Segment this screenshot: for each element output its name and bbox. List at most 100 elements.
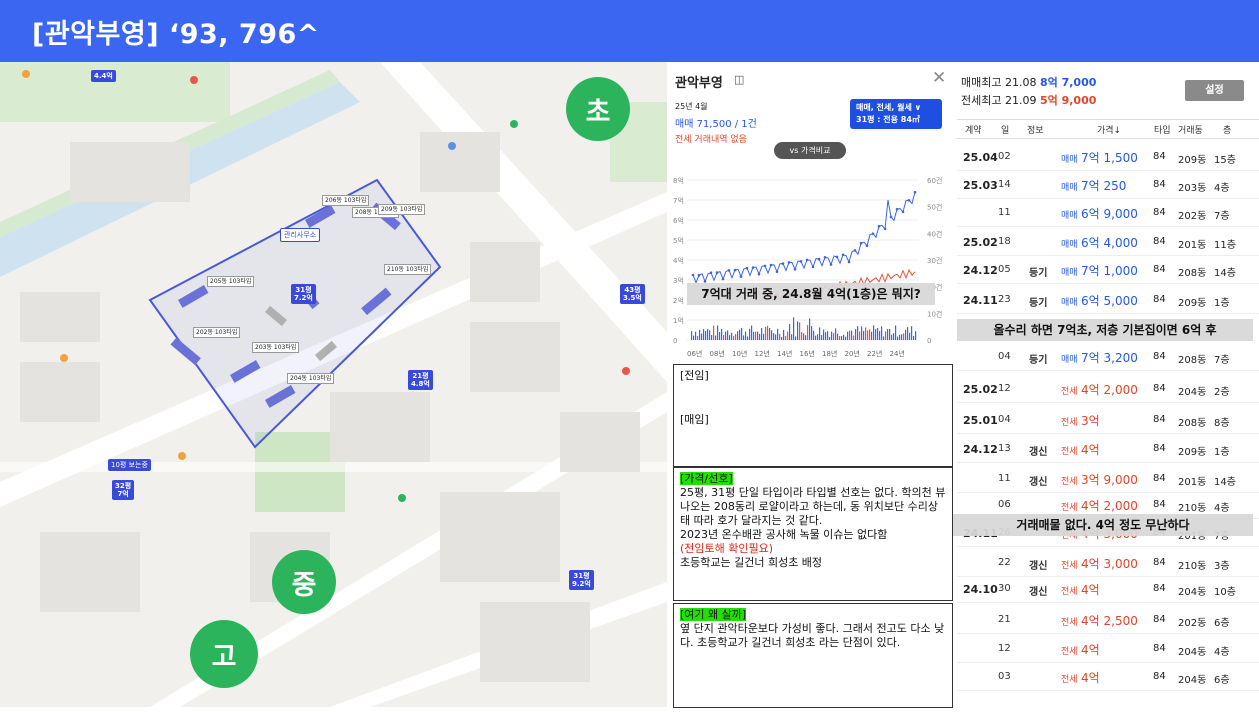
table-row[interactable]: 11 갱신 전세 3억 9,000 84 201동 14층 (957, 466, 1259, 493)
volume-bar (785, 335, 787, 340)
sale-point (697, 273, 701, 277)
trade-kind-cell: 매매 (1061, 355, 1078, 365)
table-row[interactable]: 22 갱신 전세 4억 3,000 84 210동 3층 (957, 550, 1259, 577)
price-chart[interactable]: 8억7억6억5억4억3억2억1억060건50건40건30건20건10건006년0… (667, 160, 957, 360)
floor-cell: 4층 (1214, 647, 1230, 658)
poi-icon (190, 76, 198, 84)
high-school-marker[interactable]: 고 (190, 620, 258, 688)
column-header[interactable]: 가격↓ (1097, 123, 1121, 136)
table-row[interactable]: 25.01 04 전세 3억 84 208동 8층 (957, 407, 1259, 434)
price-pin[interactable]: 31평 9.2억 (569, 570, 594, 590)
type-cell: 84 (1153, 351, 1166, 362)
price-pin[interactable]: 21평 4.8억 (408, 370, 433, 390)
volume-bar (703, 329, 705, 340)
volume-bar (697, 336, 699, 340)
map-icon[interactable]: ◫ (734, 73, 744, 86)
sale-point (847, 260, 851, 264)
column-header[interactable]: 거래동 (1178, 123, 1203, 136)
table-row[interactable]: 25.02 12 전세 4억 2,000 84 204동 2층 (957, 376, 1259, 403)
settings-button[interactable]: 설정 (1185, 80, 1244, 101)
memo-maeim: [매임] (680, 413, 709, 426)
recent-jeonse-summary: 전세 거래내역 없음 (675, 135, 747, 145)
volume-bar (741, 327, 743, 340)
sale-point (733, 268, 737, 272)
table-row[interactable]: 25.03 14 매매 7억 250 84 203동 4층 (957, 172, 1259, 199)
memo-lease-box[interactable]: [전임] [매임] (673, 364, 953, 467)
volume-bar (693, 335, 695, 340)
volume-bar (773, 333, 775, 340)
sale-point (781, 262, 785, 265)
poi-icon (398, 494, 406, 502)
sale-point (787, 261, 791, 264)
trade-kind-cell: 전세 (1061, 447, 1078, 457)
table-row[interactable]: 24.11 23 등기 매매 6억 5,000 84 209동 1층 (957, 287, 1259, 314)
sale-point (913, 190, 917, 194)
building-label[interactable]: 210동 103타입 (384, 264, 432, 275)
building-label[interactable]: 203동 103타입 (252, 342, 300, 353)
dong-cell: 203동 (1178, 183, 1207, 194)
column-header[interactable]: 일 (1001, 123, 1009, 136)
column-header[interactable]: 정보 (1027, 123, 1044, 136)
compare-price-button[interactable]: vs 가격비교 (774, 142, 846, 159)
sale-point (763, 264, 767, 268)
volume-bar (857, 326, 859, 340)
table-row[interactable]: 03 전세 4억 84 204동 6층 (957, 664, 1259, 691)
table-row[interactable]: 21 전세 4억 2,500 84 202동 6층 (957, 607, 1259, 634)
volume-bar (905, 329, 907, 340)
elementary-school-marker[interactable]: 초 (566, 77, 630, 141)
price-cell: 4억 2,500 (1081, 614, 1138, 628)
table-row[interactable]: 24.12 13 갱신 전세 4억 84 209동 1층 (957, 436, 1259, 463)
info-cell: 갱신 (1029, 477, 1048, 488)
type-cell: 84 (1153, 643, 1166, 654)
price-cell: 3억 9,000 (1081, 473, 1138, 487)
map-view[interactable]: 초 중 고 206동 103타입 208동 103타입 209동 103타입 2… (0, 62, 667, 707)
table-row[interactable]: 12 전세 4억 84 204동 4층 (957, 636, 1259, 663)
viewing-tag[interactable]: 10평 보는중 (108, 459, 151, 471)
table-row[interactable]: 24.12 05 등기 매매 7억 1,000 84 208동 14층 (957, 257, 1259, 284)
sale-point (883, 227, 887, 231)
memo-why-box[interactable]: [여기 왜 살까] 옆 단지 관악타운보다 가성비 좋다. 그래서 전고도 다소… (673, 603, 953, 708)
price-pin[interactable]: 4.4억 (91, 70, 116, 82)
floor-cell: 2층 (1214, 387, 1230, 398)
volume-bar (767, 325, 769, 340)
building-label[interactable]: 202동 103타입 (193, 327, 241, 338)
type-cell: 84 (1153, 294, 1166, 305)
volume-bar (821, 335, 823, 340)
table-row[interactable]: 25.02 18 매매 6억 4,000 84 201동 11층 (957, 229, 1259, 256)
building-label[interactable]: 209동 103타입 (378, 204, 426, 215)
memo-price-heading: [가격/선호] (680, 472, 733, 485)
building-label[interactable]: 206동 103타입 (322, 195, 370, 206)
y-tick-label: 3억 (673, 277, 684, 285)
column-header[interactable]: 타입 (1154, 123, 1171, 136)
trade-type-dropdown[interactable]: 매매, 전세, 월세 ∨ 31평 : 전용 84㎡ (850, 99, 942, 129)
map-canvas (0, 62, 667, 707)
info-cell: 갱신 (1029, 561, 1048, 572)
volume-bar (795, 336, 797, 340)
price-pin[interactable]: 43평 3.5억 (620, 284, 645, 304)
volume-bar (847, 331, 849, 340)
dong-cell: 202동 (1178, 211, 1207, 222)
volume-bar (871, 331, 873, 340)
column-header[interactable]: 층 (1223, 123, 1231, 136)
contract-cell: 25.03 (963, 179, 998, 192)
price-pin[interactable]: 31평 7.2억 (291, 284, 316, 304)
memo-price-box[interactable]: [가격/선호] 25평, 31평 단일 타입이라 타입별 선호는 없다. 학의천… (673, 467, 953, 601)
dong-cell: 209동 (1178, 447, 1207, 458)
column-header[interactable]: 계약 (965, 123, 982, 136)
table-row[interactable]: 25.04 02 매매 7억 1,500 84 209동 15층 (957, 144, 1259, 171)
volume-bar (797, 321, 799, 340)
middle-school-marker[interactable]: 중 (272, 550, 336, 614)
close-icon[interactable]: ✕ (932, 68, 946, 88)
sale-point (793, 268, 797, 271)
management-office-label[interactable]: 관리사무소 (280, 228, 321, 242)
building-label[interactable]: 204동 103타입 (287, 373, 335, 384)
table-row[interactable]: 24.10 30 갱신 전세 4억 84 204동 10층 (957, 576, 1259, 603)
volume-bar (819, 327, 821, 340)
table-row[interactable]: 11 매매 6억 9,000 84 202동 7층 (957, 200, 1259, 227)
trade-type-label: 매매, 전세, 월세 ∨ (856, 103, 922, 112)
table-row[interactable]: 04 등기 매매 7억 3,200 84 208동 7층 (957, 344, 1259, 371)
volume-bar (815, 335, 817, 340)
price-pin[interactable]: 32평 7억 (112, 480, 135, 500)
day-cell: 04 (998, 414, 1011, 425)
building-label[interactable]: 205동 103타입 (207, 276, 255, 287)
